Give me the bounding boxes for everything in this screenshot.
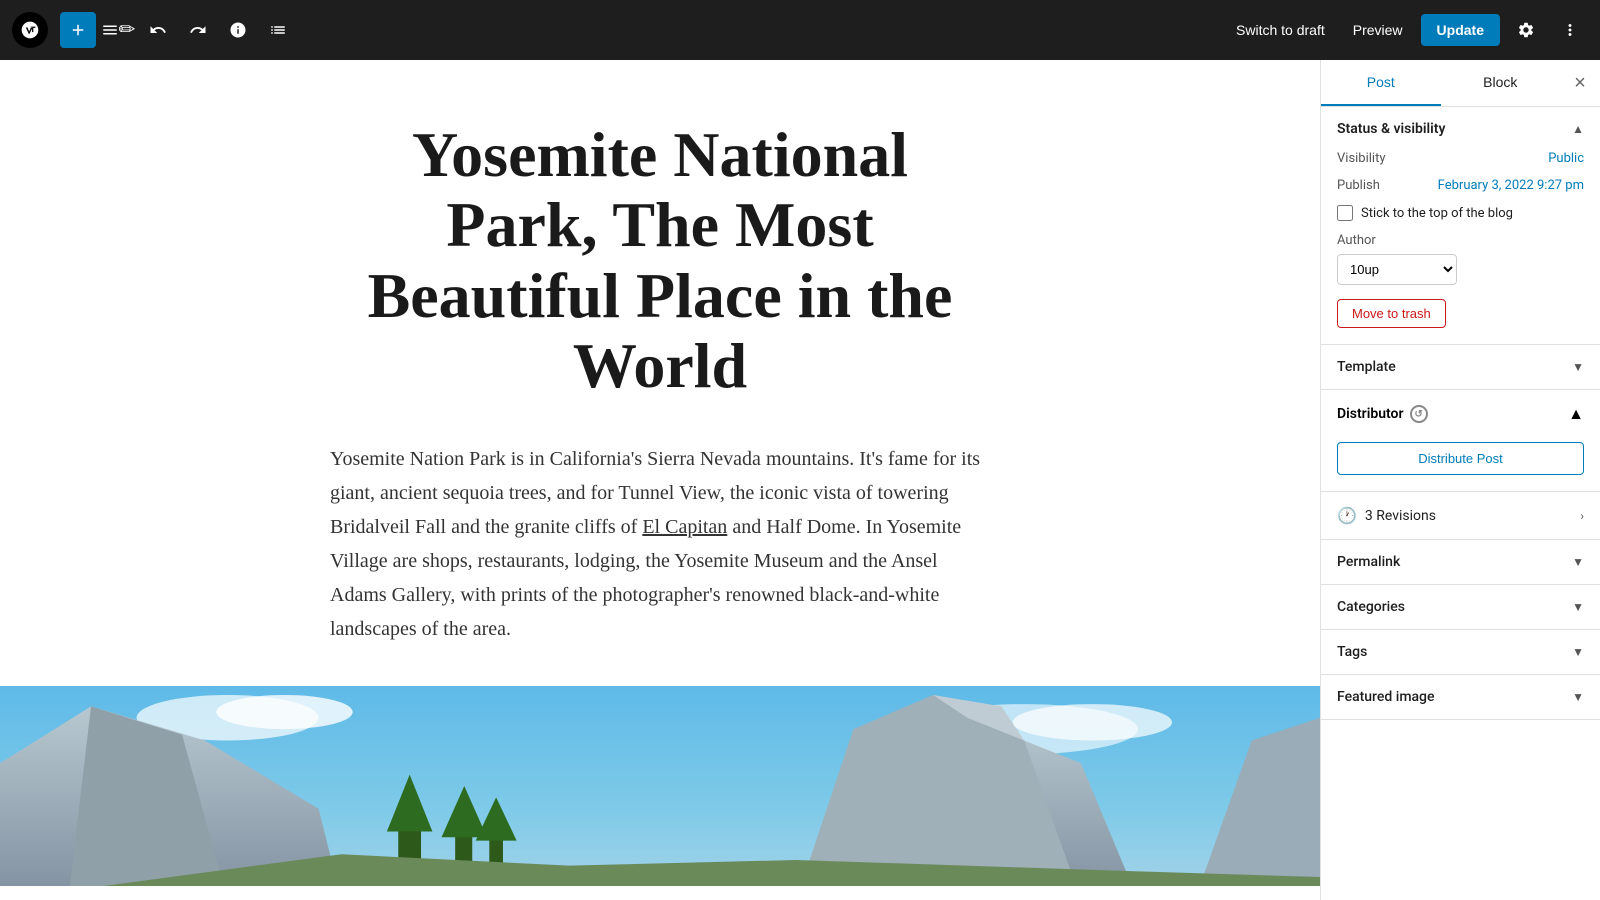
categories-title: Categories bbox=[1337, 599, 1405, 615]
add-block-button[interactable] bbox=[60, 12, 96, 48]
permalink-title: Permalink bbox=[1337, 554, 1400, 570]
permalink-chevron: ▼ bbox=[1572, 555, 1584, 569]
visibility-label: Visibility bbox=[1337, 151, 1386, 166]
toolbar: ✏ Switch to draft Preview Update bbox=[0, 0, 1600, 60]
status-visibility-header[interactable]: Status & visibility ▲ bbox=[1321, 107, 1600, 151]
distributor-label: Distributor bbox=[1337, 406, 1404, 422]
publish-date[interactable]: February 3, 2022 9:27 pm bbox=[1438, 178, 1584, 193]
revisions-chevron: › bbox=[1580, 509, 1584, 523]
tags-title: Tags bbox=[1337, 644, 1367, 660]
template-section[interactable]: Template ▼ bbox=[1321, 345, 1600, 390]
main-layout: Yosemite National Park, The Most Beautif… bbox=[0, 60, 1600, 900]
status-visibility-title: Status & visibility bbox=[1337, 121, 1445, 137]
settings-button[interactable] bbox=[1508, 12, 1544, 48]
tab-post[interactable]: Post bbox=[1321, 60, 1441, 106]
publish-label: Publish bbox=[1337, 178, 1380, 193]
post-featured-image bbox=[0, 686, 1320, 886]
featured-image-chevron: ▼ bbox=[1572, 690, 1584, 704]
template-chevron: ▼ bbox=[1572, 360, 1584, 374]
wp-logo bbox=[12, 12, 48, 48]
post-title[interactable]: Yosemite National Park, The Most Beautif… bbox=[330, 120, 990, 402]
redo-button[interactable] bbox=[180, 12, 216, 48]
preview-button[interactable]: Preview bbox=[1343, 16, 1413, 44]
list-view-button[interactable] bbox=[260, 12, 296, 48]
revisions-label: 3 Revisions bbox=[1365, 508, 1436, 524]
switch-to-draft-button[interactable]: Switch to draft bbox=[1226, 16, 1335, 44]
author-row: Author 10up bbox=[1337, 233, 1584, 285]
editor-content: Yosemite National Park, The Most Beautif… bbox=[290, 120, 1030, 646]
publish-row: Publish February 3, 2022 9:27 pm bbox=[1337, 178, 1584, 193]
post-body[interactable]: Yosemite Nation Park is in California's … bbox=[330, 442, 990, 646]
featured-image-title: Featured image bbox=[1337, 689, 1435, 705]
move-to-trash-button[interactable]: Move to trash bbox=[1337, 299, 1446, 328]
distributor-section: Distributor ↺ ▲ Distribute Post bbox=[1321, 390, 1600, 492]
undo-button[interactable] bbox=[140, 12, 176, 48]
distributor-header[interactable]: Distributor ↺ ▲ bbox=[1321, 390, 1600, 438]
tags-chevron: ▼ bbox=[1572, 645, 1584, 659]
stick-to-top-checkbox[interactable] bbox=[1337, 205, 1353, 221]
tab-block[interactable]: Block bbox=[1441, 60, 1561, 106]
distribute-post-button[interactable]: Distribute Post bbox=[1337, 442, 1584, 475]
info-button[interactable] bbox=[220, 12, 256, 48]
visibility-row: Visibility Public bbox=[1337, 151, 1584, 166]
editor-area[interactable]: Yosemite National Park, The Most Beautif… bbox=[0, 60, 1320, 900]
revisions-icon: 🕐 bbox=[1337, 506, 1357, 525]
sidebar: Post Block × Status & visibility ▲ Visib… bbox=[1320, 60, 1600, 900]
status-visibility-section: Status & visibility ▲ Visibility Public … bbox=[1321, 107, 1600, 345]
close-sidebar-button[interactable]: × bbox=[1560, 60, 1600, 106]
template-title: Template bbox=[1337, 359, 1396, 375]
distributor-chevron: ▲ bbox=[1568, 404, 1584, 424]
distributor-body: Distribute Post bbox=[1321, 438, 1600, 491]
author-label: Author bbox=[1337, 233, 1584, 248]
categories-section[interactable]: Categories ▼ bbox=[1321, 585, 1600, 630]
distributor-title: Distributor ↺ bbox=[1337, 405, 1428, 423]
featured-image-section[interactable]: Featured image ▼ bbox=[1321, 675, 1600, 720]
author-select[interactable]: 10up bbox=[1337, 254, 1457, 285]
status-visibility-chevron: ▲ bbox=[1572, 122, 1584, 136]
more-options-button[interactable] bbox=[1552, 12, 1588, 48]
tools-button[interactable]: ✏ bbox=[100, 12, 136, 48]
sidebar-tabs: Post Block × bbox=[1321, 60, 1600, 107]
toolbar-right: Switch to draft Preview Update bbox=[1226, 12, 1588, 48]
tags-section[interactable]: Tags ▼ bbox=[1321, 630, 1600, 675]
distributor-icon: ↺ bbox=[1410, 405, 1428, 423]
visibility-value[interactable]: Public bbox=[1548, 151, 1584, 166]
permalink-section[interactable]: Permalink ▼ bbox=[1321, 540, 1600, 585]
revisions-row[interactable]: 🕐 3 Revisions › bbox=[1321, 492, 1600, 540]
stick-to-top-label: Stick to the top of the blog bbox=[1361, 206, 1513, 221]
categories-chevron: ▼ bbox=[1572, 600, 1584, 614]
update-button[interactable]: Update bbox=[1421, 14, 1500, 46]
status-visibility-body: Visibility Public Publish February 3, 20… bbox=[1321, 151, 1600, 344]
stick-to-top-row: Stick to the top of the blog bbox=[1337, 205, 1584, 221]
